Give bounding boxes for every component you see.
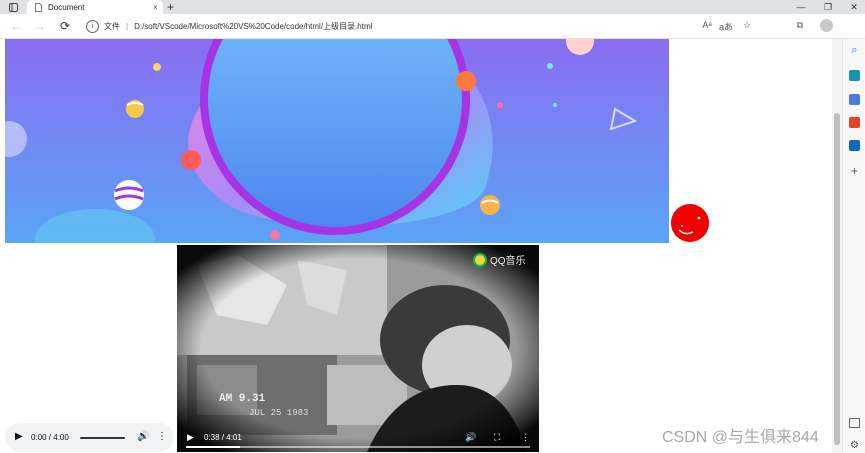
info-icon[interactable]: i bbox=[86, 19, 99, 33]
reload-button[interactable]: ⟳ bbox=[57, 18, 73, 34]
document-icon bbox=[34, 2, 42, 12]
floating-ball[interactable] bbox=[671, 204, 709, 242]
video-progress-bar[interactable] bbox=[186, 446, 530, 448]
qq-music-icon bbox=[473, 252, 487, 267]
new-tab-button[interactable]: + bbox=[167, 0, 174, 14]
audio-play-icon[interactable]: ▶ bbox=[15, 431, 23, 442]
tab-close-icon[interactable]: × bbox=[153, 3, 163, 12]
immersive-reader-icon[interactable]: aあ bbox=[719, 20, 733, 33]
collections-icon[interactable]: ⧉ bbox=[793, 20, 807, 31]
scrollbar[interactable] bbox=[832, 39, 842, 453]
tab-actions-icon[interactable] bbox=[8, 2, 18, 12]
back-button[interactable]: ← bbox=[8, 18, 24, 34]
outlook-icon[interactable] bbox=[849, 140, 860, 151]
video-more-icon[interactable]: ⋮ bbox=[521, 432, 530, 443]
scrollbar-thumb[interactable] bbox=[834, 113, 840, 445]
tab-title: Document bbox=[48, 2, 85, 12]
video-date-stamp: AM 9.31 bbox=[219, 393, 266, 405]
qq-music-logo: QQ音乐 bbox=[473, 252, 526, 267]
qq-music-text: QQ音乐 bbox=[490, 256, 526, 267]
address-file-label: 文件 bbox=[104, 21, 120, 31]
add-icon[interactable]: + bbox=[849, 165, 860, 177]
browser-toolbar: ← → ⟳ i 文件 | D:/soft/VScode/Microsoft%20… bbox=[0, 14, 865, 39]
banner-art bbox=[5, 39, 669, 243]
shopping-icon[interactable] bbox=[849, 70, 860, 81]
video-progress-fill bbox=[186, 446, 241, 448]
address-separator: | bbox=[126, 21, 129, 31]
address-url[interactable]: D:/soft/VScode/Microsoft%20VS%20Code/cod… bbox=[134, 21, 372, 32]
avatar[interactable] bbox=[820, 19, 833, 32]
video-time: 0:38 / 4:01 bbox=[204, 433, 242, 442]
audio-time: 0:00 / 4:00 bbox=[31, 433, 69, 442]
video-controls: ▶ 0:38 / 4:01 🔊 ⛶ ⋮ bbox=[177, 422, 539, 452]
video-play-icon[interactable]: ▶ bbox=[187, 432, 194, 443]
title-bar: Document × + — ❐ ✕ bbox=[0, 0, 865, 14]
video-date-stamp-2: JUL 25 1983 bbox=[249, 408, 309, 418]
read-aloud-icon[interactable]: Aᵃ bbox=[700, 20, 714, 30]
search-icon[interactable]: ⌕ bbox=[849, 45, 860, 56]
video-fullscreen-icon[interactable]: ⛶ bbox=[494, 432, 500, 443]
video-volume-icon[interactable]: 🔊 bbox=[465, 432, 476, 443]
edge-sidebar: ⌕ + ⚙ bbox=[842, 39, 865, 453]
forward-button[interactable]: → bbox=[32, 18, 48, 34]
banner-image bbox=[5, 39, 669, 243]
favorite-icon[interactable]: ☆ bbox=[740, 20, 754, 31]
close-window-button[interactable]: ✕ bbox=[843, 0, 865, 14]
settings-icon[interactable]: ⚙ bbox=[849, 440, 860, 451]
sidebar-toggle-icon[interactable] bbox=[849, 418, 860, 428]
minimize-button[interactable]: — bbox=[790, 0, 812, 14]
audio-more-icon[interactable]: ⋮ bbox=[157, 431, 167, 442]
video-frame bbox=[177, 245, 539, 452]
restore-button[interactable]: ❐ bbox=[817, 0, 839, 14]
tools-icon[interactable] bbox=[849, 94, 860, 105]
watermark: CSDN @与生俱来844 bbox=[662, 429, 819, 446]
audio-player[interactable]: ▶ 0:00 / 4:00 🔊 ⋮ bbox=[5, 423, 174, 452]
audio-progress-bar[interactable] bbox=[80, 437, 125, 439]
ball-art bbox=[671, 204, 709, 242]
tab-document[interactable]: Document × bbox=[27, 0, 163, 14]
office-icon[interactable] bbox=[849, 117, 860, 128]
audio-volume-icon[interactable]: 🔊 bbox=[137, 431, 149, 442]
address-bar[interactable]: i 文件 | D:/soft/VScode/Microsoft%20VS%20C… bbox=[86, 17, 676, 35]
video-player[interactable]: QQ音乐 AM 9.31 JUL 25 1983 ▶ 0:38 / 4:01 🔊… bbox=[177, 245, 539, 452]
